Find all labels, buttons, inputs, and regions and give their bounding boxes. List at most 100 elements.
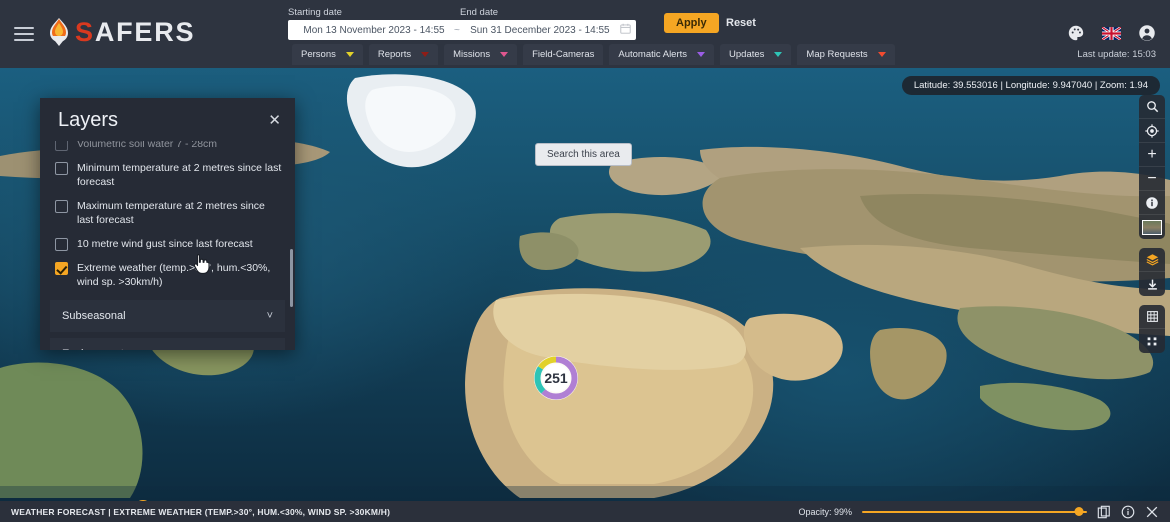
layer-checkbox[interactable]: [55, 200, 68, 213]
chevron-down-icon[interactable]: ˅: [267, 348, 273, 350]
layer-label: Minimum temperature at 2 metres since la…: [77, 162, 282, 188]
accordion-label: Subseasonal: [62, 310, 126, 322]
starting-date-label: Starting date: [288, 7, 342, 18]
opacity-slider-knob[interactable]: [1074, 507, 1084, 516]
map-tools-primary-group: + −: [1139, 95, 1165, 239]
layers-scroll-area[interactable]: Volumetric soil water 7 - 28cm Minimum t…: [40, 141, 295, 350]
starting-date-value[interactable]: Mon 13 November 2023 - 14:55: [294, 25, 454, 36]
tab-label: Automatic Alerts: [618, 49, 688, 60]
search-this-area-button[interactable]: Search this area: [535, 143, 632, 166]
end-date-value[interactable]: Sun 31 December 2023 - 14:55: [460, 25, 620, 36]
tab-field-cameras[interactable]: Field-Cameras: [523, 44, 604, 65]
layer-row[interactable]: Volumetric soil water 7 - 28cm: [52, 141, 283, 156]
chevron-down-icon[interactable]: [421, 52, 430, 57]
date-range-picker[interactable]: Starting date End date Mon 13 November 2…: [288, 7, 636, 40]
account-circle-icon[interactable]: [1138, 24, 1156, 42]
layers-panel-title: Layers: [58, 109, 119, 131]
layer-row[interactable]: Maximum temperature at 2 metres since la…: [52, 194, 283, 232]
table-grid-icon[interactable]: [1139, 305, 1165, 329]
cluster-count-label: 251: [544, 370, 568, 386]
layer-label: Volumetric soil water 7 - 28cm: [77, 141, 218, 150]
opacity-label: Opacity: 99%: [798, 506, 852, 517]
layers-stack-icon[interactable]: [1139, 248, 1165, 272]
tab-automatic-alerts[interactable]: Automatic Alerts: [609, 44, 715, 65]
tab-label: Field-Cameras: [532, 49, 595, 60]
zoom-out-icon[interactable]: −: [1139, 167, 1165, 191]
download-icon[interactable]: [1139, 272, 1165, 296]
tab-label: Persons: [301, 49, 336, 60]
accordion-label: Environment: [62, 348, 124, 350]
chevron-down-icon[interactable]: [774, 52, 783, 57]
basemap-thumbnail-icon[interactable]: [1139, 215, 1165, 239]
navigation-tabs: Persons Reports Missions Field-Cameras A…: [292, 44, 895, 65]
layers-panel: Layers ✕ Volumetric soil water 7 - 28cm …: [40, 98, 295, 350]
palette-icon[interactable]: [1067, 24, 1085, 42]
hamburger-menu-icon[interactable]: [14, 27, 34, 41]
uk-flag-icon[interactable]: [1101, 25, 1122, 41]
close-icon[interactable]: [1145, 505, 1159, 519]
chevron-down-icon[interactable]: ˅: [267, 310, 273, 322]
chevron-down-icon[interactable]: [697, 52, 706, 57]
last-update-text: Last update: 15:03: [1077, 49, 1156, 60]
opacity-slider[interactable]: [862, 506, 1087, 518]
date-range-labels: Starting date End date: [288, 7, 636, 18]
calendar-icon[interactable]: [620, 23, 631, 37]
tab-updates[interactable]: Updates: [720, 44, 792, 65]
flame-logo-icon: [46, 17, 72, 47]
tab-label: Updates: [729, 49, 765, 60]
layer-label: 10 metre wind gust since last forecast: [77, 238, 253, 250]
layer-label: Maximum temperature at 2 metres since la…: [77, 200, 265, 226]
map-tools-data-group: [1139, 305, 1165, 353]
locate-target-icon[interactable]: [1139, 119, 1165, 143]
map-cluster-marker[interactable]: 251: [533, 355, 579, 401]
layers-panel-header: Layers ✕: [40, 98, 295, 141]
layer-row[interactable]: Extreme weather (temp.>30°, hum.<30%, wi…: [52, 256, 283, 294]
zoom-in-icon[interactable]: +: [1139, 143, 1165, 167]
map-coordinates-readout: Latitude: 39.553016 | Longitude: 9.94704…: [901, 76, 1160, 95]
apply-button[interactable]: Apply: [664, 13, 719, 33]
application-root: SAFERS Starting date End date Mon 13 Nov…: [0, 0, 1170, 522]
search-icon[interactable]: [1139, 95, 1165, 119]
layer-list: Volumetric soil water 7 - 28cm Minimum t…: [40, 141, 295, 294]
end-date-label: End date: [460, 7, 499, 18]
layer-checkbox[interactable]: [55, 162, 68, 175]
layer-checkbox[interactable]: [55, 262, 68, 275]
tab-label: Reports: [377, 49, 412, 60]
brand-name: SAFERS: [75, 17, 195, 47]
opacity-slider-track: [862, 510, 1087, 513]
reset-button[interactable]: Reset: [718, 13, 764, 33]
close-icon[interactable]: ✕: [268, 113, 281, 128]
chevron-down-icon[interactable]: [500, 52, 509, 57]
tab-label: Map Requests: [806, 49, 868, 60]
copy-layers-icon[interactable]: [1097, 505, 1111, 519]
layer-label: Extreme weather (temp.>30°, hum.<30%, wi…: [77, 262, 271, 288]
brand-prefix: S: [75, 17, 95, 47]
layer-checkbox[interactable]: [55, 238, 68, 251]
chevron-down-icon[interactable]: [345, 52, 354, 57]
layer-row[interactable]: 10 metre wind gust since last forecast: [52, 232, 283, 256]
accordion-subseasonal[interactable]: Subseasonal ˅: [50, 300, 285, 332]
date-range-input[interactable]: Mon 13 November 2023 - 14:55 ~ Sun 31 De…: [288, 20, 636, 40]
info-circle-icon[interactable]: [1121, 505, 1135, 519]
tab-reports[interactable]: Reports: [368, 44, 439, 65]
legend-icon[interactable]: [1139, 329, 1165, 353]
bottom-status-bar: WEATHER FORECAST | EXTREME WEATHER (TEMP…: [0, 501, 1170, 522]
tab-persons[interactable]: Persons: [292, 44, 363, 65]
layer-status-text: WEATHER FORECAST | EXTREME WEATHER (TEMP…: [11, 506, 391, 517]
tab-map-requests[interactable]: Map Requests: [797, 44, 895, 65]
tab-label: Missions: [453, 49, 491, 60]
app-header: SAFERS Starting date End date Mon 13 Nov…: [0, 0, 1170, 68]
chevron-down-icon[interactable]: [877, 52, 886, 57]
brand-text: AFERS: [94, 17, 196, 47]
bottom-bar-controls: Opacity: 99%: [798, 505, 1170, 519]
accordion-environment[interactable]: Environment ˅: [50, 338, 285, 350]
layers-scrollbar[interactable]: [290, 249, 293, 307]
layer-row[interactable]: Minimum temperature at 2 metres since la…: [52, 156, 283, 194]
info-icon[interactable]: [1139, 191, 1165, 215]
map-tools-layer-group: [1139, 248, 1165, 296]
map-tools-toolbar: + −: [1139, 95, 1165, 353]
layer-checkbox[interactable]: [55, 141, 68, 151]
brand-logo: SAFERS: [46, 17, 195, 47]
header-icon-group: [1067, 24, 1156, 42]
tab-missions[interactable]: Missions: [444, 44, 518, 65]
